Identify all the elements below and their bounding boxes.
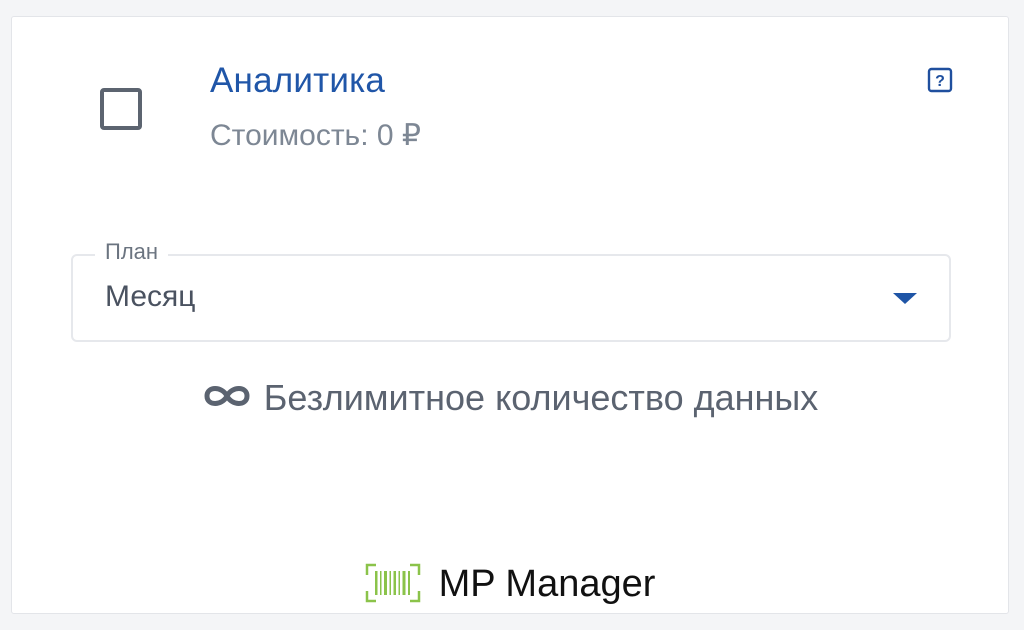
service-card: Аналитика Стоимость: 0 ₽ ? План Месяц Бе… <box>11 16 1009 614</box>
plan-select-label: План <box>95 239 169 265</box>
service-title: Аналитика <box>210 61 386 100</box>
dropdown-arrow-icon[interactable] <box>893 293 917 304</box>
service-checkbox[interactable] <box>100 88 142 130</box>
feature-text: Безлимитное количество данных <box>263 377 819 418</box>
service-cost: Стоимость: 0 ₽ <box>210 119 421 152</box>
feature-line: Безлимитное количество данных <box>12 377 1008 419</box>
plan-select-value: Месяц <box>105 280 196 313</box>
plan-select[interactable]: План Месяц <box>71 239 951 342</box>
infinity-icon <box>204 386 250 407</box>
brand-footer: MP Manager <box>12 563 1008 606</box>
svg-text:?: ? <box>935 73 945 90</box>
barcode-icon <box>365 563 420 603</box>
brand-name: MP Manager <box>438 563 656 605</box>
question-square-icon[interactable]: ? <box>927 67 953 93</box>
